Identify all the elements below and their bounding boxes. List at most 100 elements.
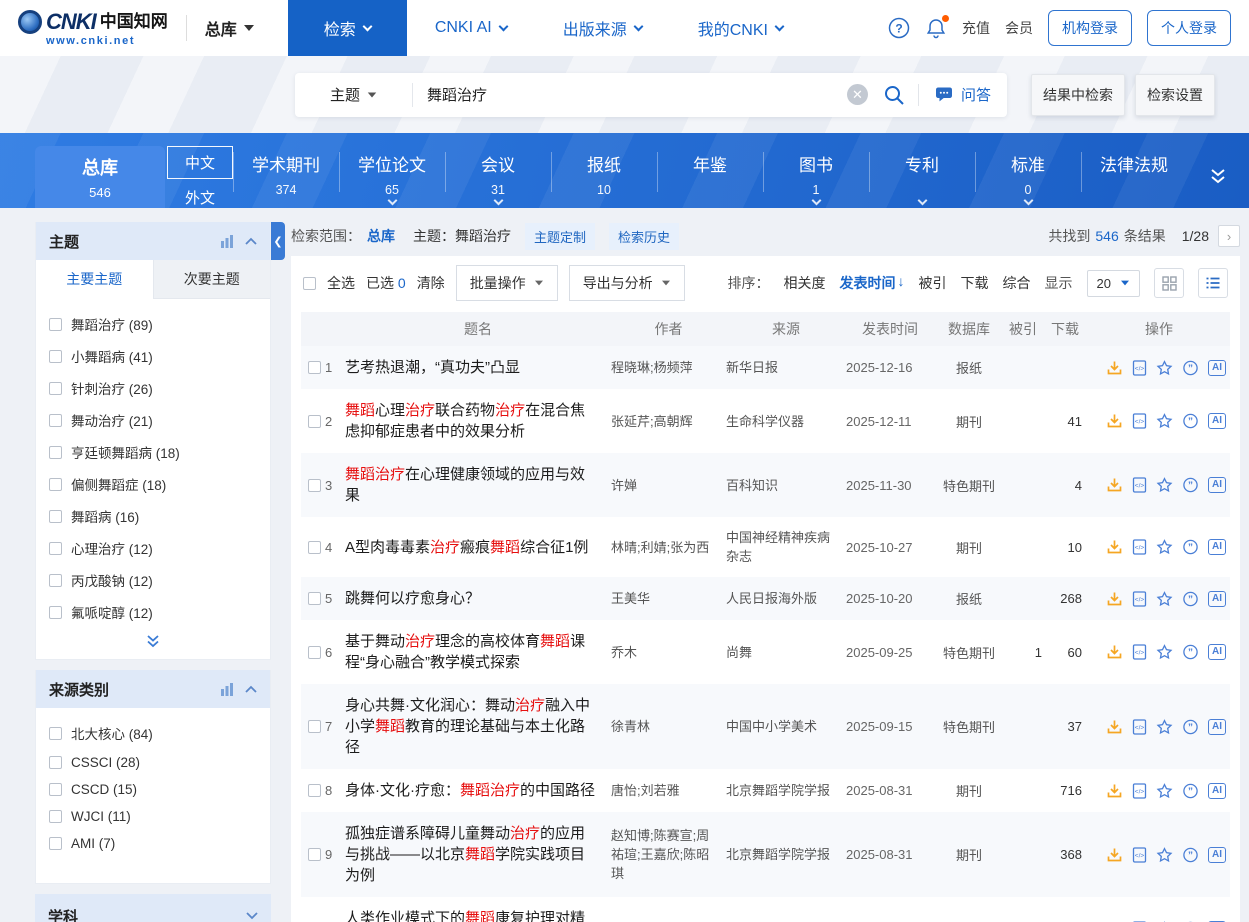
column-author[interactable]: 作者 <box>611 319 726 339</box>
html-read-icon[interactable]: </> <box>1132 591 1147 607</box>
checkbox[interactable] <box>49 606 62 619</box>
ai-assistant-icon[interactable]: AI <box>1208 783 1226 799</box>
nav-my-cnki[interactable]: 我的CNKI <box>670 0 811 56</box>
checkbox[interactable] <box>49 574 62 587</box>
ai-assistant-icon[interactable]: AI <box>1208 360 1226 376</box>
recharge-link[interactable]: 充值 <box>962 18 990 38</box>
cite-quote-icon[interactable]: ” <box>1182 847 1199 863</box>
subject-filter-group[interactable]: 学科 <box>35 894 271 922</box>
nav-cnki-ai[interactable]: CNKI AI <box>407 0 535 56</box>
database-tab[interactable]: 标准 0 <box>975 146 1081 204</box>
tab-zongku[interactable]: 总库 546 <box>35 146 165 208</box>
html-read-icon[interactable]: </> <box>1132 719 1147 735</box>
cite-quote-icon[interactable]: ” <box>1182 719 1199 735</box>
cite-quote-icon[interactable]: ” <box>1182 783 1199 799</box>
html-read-icon[interactable]: </> <box>1132 360 1147 376</box>
download-icon[interactable] <box>1106 539 1123 555</box>
batch-actions-button[interactable]: 批量操作 <box>456 265 558 301</box>
row-checkbox[interactable] <box>308 720 321 733</box>
result-title-link[interactable]: 基于舞动治疗理念的高校体育舞蹈课程“身心融合”教学模式探索 <box>345 631 611 673</box>
database-tab[interactable]: 法律法规 <box>1081 146 1187 204</box>
search-in-results-button[interactable]: 结果中检索 <box>1031 74 1125 116</box>
row-checkbox[interactable] <box>308 646 321 659</box>
ai-assistant-icon[interactable]: AI <box>1208 539 1226 555</box>
result-authors[interactable]: 程晓琳;杨频萍 <box>611 358 726 377</box>
ai-assistant-icon[interactable]: AI <box>1208 719 1226 735</box>
favorite-star-icon[interactable] <box>1156 783 1173 799</box>
result-title-link[interactable]: 艺考热退潮，“真功夫”凸显 <box>345 357 611 378</box>
column-date[interactable]: 发表时间 <box>846 319 934 339</box>
filter-checkbox-item[interactable]: 舞蹈治疗 (89) <box>49 308 257 340</box>
ai-assistant-icon[interactable]: AI <box>1208 847 1226 863</box>
cite-quote-icon[interactable]: ” <box>1182 360 1199 376</box>
search-history-button[interactable]: 检索历史 <box>609 223 679 250</box>
select-all-checkbox[interactable] <box>303 277 316 290</box>
filter-checkbox-item[interactable]: CSCD (15) <box>49 776 257 803</box>
result-title-link[interactable]: 身体·文化·疗愈：舞蹈治疗的中国路径 <box>345 780 611 801</box>
grid-view-button[interactable] <box>1154 268 1184 298</box>
html-read-icon[interactable]: </> <box>1132 477 1147 493</box>
result-authors[interactable]: 乔木 <box>611 643 726 662</box>
help-icon[interactable]: ? <box>888 17 910 39</box>
filter-checkbox-item[interactable]: 针刺治疗 (26) <box>49 372 257 404</box>
column-title[interactable]: 题名 <box>345 319 611 339</box>
download-icon[interactable] <box>1106 644 1123 660</box>
result-authors[interactable]: 张延芹;高朝辉 <box>611 412 726 431</box>
result-source[interactable]: 中国神经精神疾病杂志 <box>726 528 846 566</box>
favorite-star-icon[interactable] <box>1156 644 1173 660</box>
download-icon[interactable] <box>1106 847 1123 863</box>
favorite-star-icon[interactable] <box>1156 413 1173 429</box>
favorite-star-icon[interactable] <box>1156 591 1173 607</box>
filter-checkbox-item[interactable]: 小舞蹈病 (41) <box>49 340 257 372</box>
filter-checkbox-item[interactable]: CSSCI (28) <box>49 749 257 776</box>
checkbox[interactable] <box>49 414 62 427</box>
filter-checkbox-item[interactable]: 北大核心 (84) <box>49 717 257 749</box>
checkbox[interactable] <box>49 837 62 850</box>
database-tab[interactable]: 年鉴 <box>657 146 763 204</box>
database-tab[interactable]: 学位论文 65 <box>339 146 445 204</box>
sort-option[interactable]: 下载 <box>961 273 989 293</box>
expand-more-topics[interactable] <box>36 630 270 659</box>
row-checkbox[interactable] <box>308 415 321 428</box>
column-cited[interactable]: 被引 <box>1004 319 1042 339</box>
result-source[interactable]: 生命科学仪器 <box>726 412 846 431</box>
checkbox[interactable] <box>49 727 62 740</box>
download-icon[interactable] <box>1106 719 1123 735</box>
result-title-link[interactable]: 跳舞何以疗愈身心？ <box>345 588 611 609</box>
page-size-select[interactable]: 20 <box>1087 270 1140 297</box>
favorite-star-icon[interactable] <box>1156 719 1173 735</box>
row-checkbox[interactable] <box>308 784 321 797</box>
ai-assistant-icon[interactable]: AI <box>1208 477 1226 493</box>
result-authors[interactable]: 林晴;利婧;张为西 <box>611 538 726 557</box>
filter-checkbox-item[interactable]: WJCI (11) <box>49 803 257 830</box>
topic-custom-button[interactable]: 主题定制 <box>525 223 595 250</box>
scope-value[interactable]: 总库 <box>367 226 395 246</box>
ai-assistant-icon[interactable]: AI <box>1208 644 1226 660</box>
favorite-star-icon[interactable] <box>1156 847 1173 863</box>
checkbox[interactable] <box>49 783 62 796</box>
chevron-up-icon[interactable] <box>245 685 257 693</box>
search-icon[interactable] <box>882 83 906 107</box>
lang-foreign[interactable]: 外文 <box>167 179 233 216</box>
filter-checkbox-item[interactable]: 舞蹈病 (16) <box>49 500 257 532</box>
row-checkbox[interactable] <box>308 479 321 492</box>
result-title-link[interactable]: 孤独症谱系障碍儿童舞动治疗的应用与挑战——以北京舞蹈学院实践项目为例 <box>345 823 611 886</box>
cite-quote-icon[interactable]: ” <box>1182 413 1199 429</box>
export-analyze-button[interactable]: 导出与分析 <box>569 265 685 301</box>
sidebar-collapse-handle[interactable]: ❮ <box>271 222 285 260</box>
filter-checkbox-item[interactable]: 氟哌啶醇 (12) <box>49 596 257 628</box>
result-title-link[interactable]: A型肉毒毒素治疗瘢痕舞蹈综合征1例 <box>345 537 611 558</box>
checkbox[interactable] <box>49 810 62 823</box>
row-checkbox[interactable] <box>308 541 321 554</box>
favorite-star-icon[interactable] <box>1156 360 1173 376</box>
column-database[interactable]: 数据库 <box>934 319 1004 339</box>
qa-button[interactable]: 问答 <box>919 84 1007 105</box>
html-read-icon[interactable]: </> <box>1132 644 1147 660</box>
member-link[interactable]: 会员 <box>1005 18 1033 38</box>
personal-login-button[interactable]: 个人登录 <box>1147 10 1231 46</box>
html-read-icon[interactable]: </> <box>1132 847 1147 863</box>
filter-checkbox-item[interactable]: 心理治疗 (12) <box>49 532 257 564</box>
list-view-button[interactable] <box>1198 268 1228 298</box>
row-checkbox[interactable] <box>308 361 321 374</box>
result-authors[interactable]: 徐青林 <box>611 717 726 736</box>
